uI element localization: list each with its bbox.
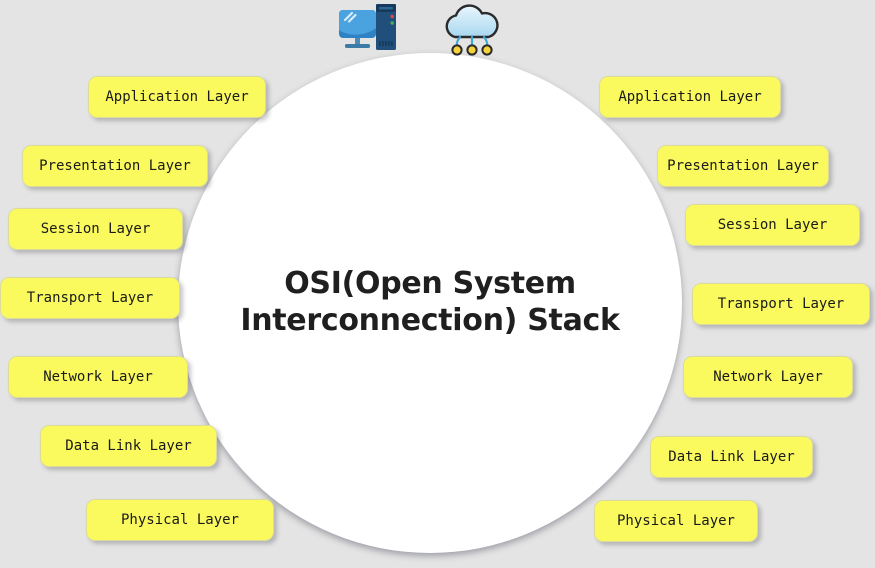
- layer-chip-left-session-layer[interactable]: Session Layer: [8, 208, 183, 250]
- layer-chip-label: Application Layer: [105, 89, 249, 105]
- layer-chip-left-application-layer[interactable]: Application Layer: [88, 76, 266, 118]
- desktop-computer-icon: [336, 3, 402, 55]
- layer-chip-right-physical-layer[interactable]: Physical Layer: [594, 500, 758, 542]
- layer-chip-right-data-link-layer[interactable]: Data Link Layer: [650, 436, 813, 478]
- layer-chip-left-presentation-layer[interactable]: Presentation Layer: [22, 145, 208, 187]
- layer-chip-label: Presentation Layer: [667, 158, 819, 174]
- layer-chip-right-presentation-layer[interactable]: Presentation Layer: [657, 145, 829, 187]
- layer-chip-right-application-layer[interactable]: Application Layer: [599, 76, 781, 118]
- layer-chip-label: Data Link Layer: [668, 449, 795, 465]
- layer-chip-left-transport-layer[interactable]: Transport Layer: [0, 277, 180, 319]
- layer-chip-left-physical-layer[interactable]: Physical Layer: [86, 499, 274, 541]
- osi-stack-diagram: OSI(Open System Interconnection) Stack A…: [0, 0, 875, 568]
- layer-chip-label: Network Layer: [713, 369, 823, 385]
- layer-chip-right-network-layer[interactable]: Network Layer: [683, 356, 853, 398]
- layer-chip-label: Physical Layer: [616, 513, 735, 529]
- layer-chip-label: Session Layer: [717, 217, 828, 233]
- layer-chip-label: Session Layer: [40, 221, 151, 237]
- layer-chip-label: Transport Layer: [26, 290, 154, 306]
- layer-chip-label: Network Layer: [43, 369, 153, 385]
- layer-chip-label: Data Link Layer: [65, 438, 192, 454]
- layer-chip-right-transport-layer[interactable]: Transport Layer: [692, 283, 870, 325]
- layer-chip-label: Transport Layer: [717, 296, 845, 312]
- layer-chip-label: Presentation Layer: [39, 158, 191, 174]
- layer-chip-right-session-layer[interactable]: Session Layer: [685, 204, 860, 246]
- layer-chip-left-data-link-layer[interactable]: Data Link Layer: [40, 425, 217, 467]
- center-circle: [178, 53, 682, 553]
- cloud-network-icon: [438, 4, 506, 58]
- layer-chip-label: Physical Layer: [120, 512, 239, 528]
- layer-chip-left-network-layer[interactable]: Network Layer: [8, 356, 188, 398]
- layer-chip-label: Application Layer: [618, 89, 762, 105]
